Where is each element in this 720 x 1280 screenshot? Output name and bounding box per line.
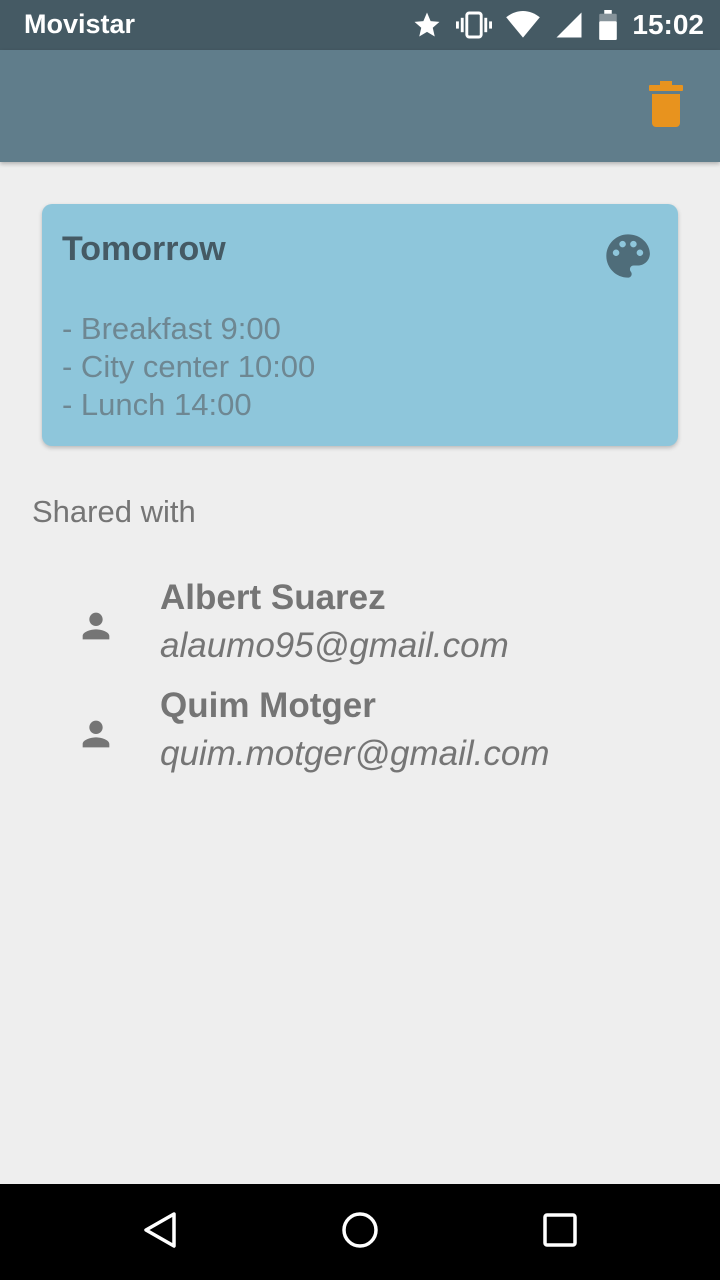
note-card[interactable]: Tomorrow - Breakfast 9:00 - City center … — [42, 204, 678, 446]
palette-icon — [602, 230, 654, 287]
signal-icon — [554, 10, 584, 40]
person-icon — [76, 714, 116, 754]
person-icon — [76, 606, 116, 646]
home-icon — [340, 1210, 380, 1255]
note-title: Tomorrow — [62, 230, 226, 268]
recents-button[interactable] — [536, 1208, 584, 1256]
status-bar: Movistar 15:02 — [0, 0, 720, 50]
vibrate-icon — [456, 10, 493, 40]
user-name: Albert Suarez — [160, 578, 386, 617]
recents-icon — [542, 1212, 578, 1253]
user-email: alaumo95@gmail.com — [160, 626, 509, 665]
delete-button[interactable] — [638, 78, 694, 134]
user-name: Quim Motger — [160, 686, 376, 725]
carrier-label: Movistar — [24, 9, 136, 39]
note-line: - Lunch 14:00 — [62, 387, 252, 422]
shared-with-heading: Shared with — [32, 494, 196, 529]
battery-icon — [598, 10, 618, 40]
user-email: quim.motger@gmail.com — [160, 734, 550, 773]
shared-user-item[interactable]: Albert Suarez alaumo95@gmail.com — [0, 578, 720, 678]
status-time: 15:02 — [632, 9, 704, 40]
palette-button[interactable] — [600, 230, 656, 286]
star-icon — [412, 10, 442, 40]
note-line: - City center 10:00 — [62, 349, 316, 384]
navigation-bar — [0, 1184, 720, 1280]
back-icon — [140, 1210, 180, 1255]
note-body: - Breakfast 9:00 - City center 10:00 - L… — [62, 310, 622, 424]
status-icons: 15:02 — [398, 8, 704, 42]
back-button[interactable] — [136, 1208, 184, 1256]
trash-icon — [649, 80, 683, 132]
note-line: - Breakfast 9:00 — [62, 311, 281, 346]
shared-user-item[interactable]: Quim Motger quim.motger@gmail.com — [0, 686, 720, 786]
wifi-icon — [506, 11, 541, 39]
home-button[interactable] — [336, 1208, 384, 1256]
app-bar — [0, 50, 720, 162]
